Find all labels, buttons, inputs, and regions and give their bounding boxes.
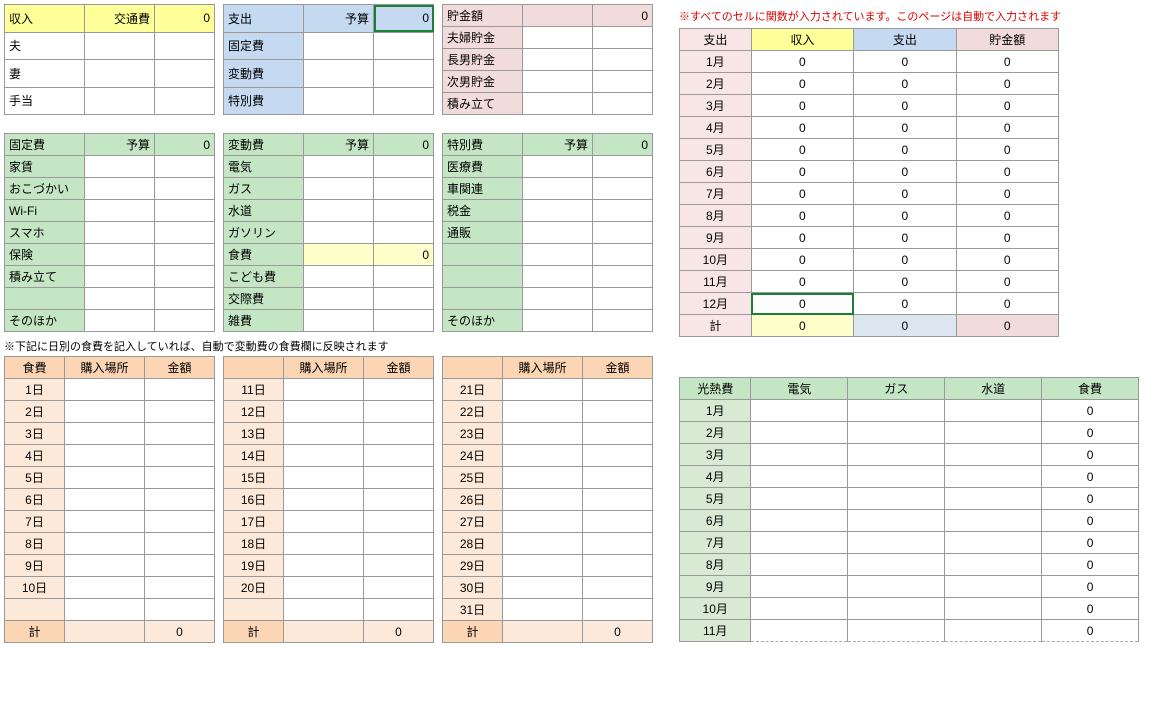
summary-month[interactable]: 4月	[680, 117, 752, 139]
food-day[interactable]: 21日	[443, 379, 503, 401]
summary-month[interactable]: 12月	[680, 293, 752, 315]
summary-month[interactable]: 11月	[680, 271, 752, 293]
summary-month[interactable]: 10月	[680, 249, 752, 271]
summary-month[interactable]: 1月	[680, 51, 752, 73]
util-month[interactable]: 10月	[680, 598, 751, 620]
food-day[interactable]: 24日	[443, 445, 503, 467]
summary-month[interactable]: 6月	[680, 161, 752, 183]
summary-month[interactable]: 7月	[680, 183, 752, 205]
food-day[interactable]: 10日	[5, 577, 65, 599]
food-table-2[interactable]: 購入場所 金額 11日12日13日14日15日16日17日18日19日20日 計…	[223, 356, 434, 643]
expense-row[interactable]: 固定費	[224, 32, 304, 60]
summary-month[interactable]: 3月	[680, 95, 752, 117]
expense-row[interactable]: 特別費	[224, 87, 304, 115]
food-day[interactable]: 17日	[224, 511, 284, 533]
food-day[interactable]: 29日	[443, 555, 503, 577]
food-day[interactable]: 23日	[443, 423, 503, 445]
fixed-title: 固定費	[5, 134, 85, 156]
food-day[interactable]: 4日	[5, 445, 65, 467]
util-month[interactable]: 11月	[680, 620, 751, 642]
income-col2val[interactable]: 0	[155, 5, 215, 33]
food-day[interactable]: 1日	[5, 379, 65, 401]
income-col2: 交通費	[85, 5, 155, 33]
food-day[interactable]: 7日	[5, 511, 65, 533]
utility-table[interactable]: 光熱費 電気 ガス 水道 食費 1月02月03月04月05月06月07月08月0…	[679, 377, 1139, 642]
util-month[interactable]: 2月	[680, 422, 751, 444]
food-day[interactable]: 27日	[443, 511, 503, 533]
savings-val[interactable]: 0	[593, 5, 653, 27]
expense-row[interactable]: 変動費	[224, 60, 304, 88]
variable-title: 変動費	[224, 134, 304, 156]
income-title: 収入	[5, 5, 85, 33]
food-day[interactable]: 15日	[224, 467, 284, 489]
food-table-3[interactable]: 購入場所 金額 21日22日23日24日25日26日27日28日29日30日31…	[442, 356, 653, 643]
income-row[interactable]: 夫	[5, 32, 85, 60]
food-day[interactable]: 14日	[224, 445, 284, 467]
food-day[interactable]: 9日	[5, 555, 65, 577]
variable-table[interactable]: 変動費 予算 0 電気 ガス 水道 ガソリン 食費0 こども費 交際費 雑費	[223, 133, 434, 332]
food-day[interactable]: 25日	[443, 467, 503, 489]
food-day[interactable]: 20日	[224, 577, 284, 599]
savings-title: 貯金額	[443, 5, 523, 27]
food-day[interactable]: 13日	[224, 423, 284, 445]
food-day[interactable]: 19日	[224, 555, 284, 577]
summary-table[interactable]: 支出 収入 支出 貯金額 1月0002月0003月0004月0005月0006月…	[679, 28, 1059, 337]
food-day[interactable]: 28日	[443, 533, 503, 555]
util-month[interactable]: 4月	[680, 466, 751, 488]
util-month[interactable]: 5月	[680, 488, 751, 510]
income-row[interactable]: 妻	[5, 60, 85, 88]
expense-table[interactable]: 支出 予算 0 固定費 変動費 特別費	[223, 4, 434, 115]
food-day[interactable]: 5日	[5, 467, 65, 489]
food-day[interactable]: 30日	[443, 577, 503, 599]
savings-row[interactable]: 夫婦貯金	[443, 27, 523, 49]
summary-month[interactable]: 8月	[680, 205, 752, 227]
food-note: ※下記に日別の食費を記入していれば、自動で変動費の食費欄に反映されます	[4, 338, 669, 354]
special-table[interactable]: 特別費 予算 0 医療費 車関連 税金 通販 そのほか	[442, 133, 653, 332]
util-month[interactable]: 9月	[680, 576, 751, 598]
expense-title: 支出	[224, 5, 304, 33]
util-month[interactable]: 1月	[680, 400, 751, 422]
food-day[interactable]: 6日	[5, 489, 65, 511]
fixed-budget-val[interactable]: 0	[155, 134, 215, 156]
summary-month[interactable]: 5月	[680, 139, 752, 161]
savings-row[interactable]: 長男貯金	[443, 49, 523, 71]
savings-table[interactable]: 貯金額 0 夫婦貯金 長男貯金 次男貯金 積み立て	[442, 4, 653, 115]
food-day[interactable]: 11日	[224, 379, 284, 401]
expense-budgetval[interactable]: 0	[374, 5, 434, 33]
right-note: ※すべてのセルに関数が入力されています。このページは自動で入力されます	[679, 8, 1160, 24]
food-day[interactable]: 18日	[224, 533, 284, 555]
food-day[interactable]: 22日	[443, 401, 503, 423]
fixed-budget-label: 予算	[85, 134, 155, 156]
food-day[interactable]: 3日	[5, 423, 65, 445]
income-table[interactable]: 収入 交通費 0 夫 妻 手当	[4, 4, 215, 115]
food-day[interactable]: 31日	[443, 599, 503, 621]
food-day[interactable]: 8日	[5, 533, 65, 555]
util-month[interactable]: 3月	[680, 444, 751, 466]
util-month[interactable]: 8月	[680, 554, 751, 576]
savings-row[interactable]: 積み立て	[443, 93, 523, 115]
food-day[interactable]: 12日	[224, 401, 284, 423]
food-day[interactable]: 26日	[443, 489, 503, 511]
income-row[interactable]: 手当	[5, 87, 85, 115]
expense-budget: 予算	[304, 5, 374, 33]
util-month[interactable]: 6月	[680, 510, 751, 532]
food-day[interactable]: 2日	[5, 401, 65, 423]
summary-month[interactable]: 9月	[680, 227, 752, 249]
fixed-table[interactable]: 固定費 予算 0 家賃 おこづかい Wi-Fi スマホ 保険 積み立て そのほか	[4, 133, 215, 332]
special-title: 特別費	[443, 134, 523, 156]
savings-row[interactable]: 次男貯金	[443, 71, 523, 93]
summary-month[interactable]: 2月	[680, 73, 752, 95]
util-month[interactable]: 7月	[680, 532, 751, 554]
food-table-1[interactable]: 食費 購入場所 金額 1日2日3日4日5日6日7日8日9日10日 計0	[4, 356, 215, 643]
food-day[interactable]: 16日	[224, 489, 284, 511]
